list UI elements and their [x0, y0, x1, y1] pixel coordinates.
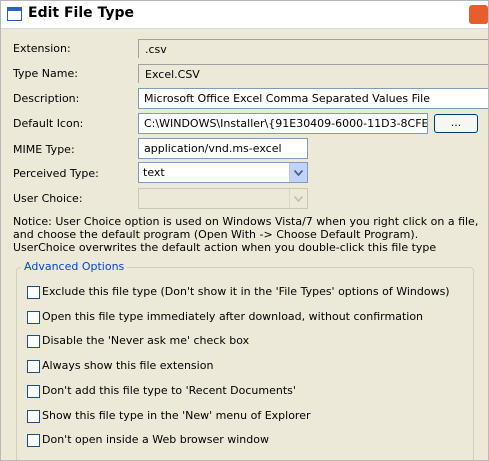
user-choice-select[interactable] [138, 188, 308, 209]
option-label: Exclude this file type (Don't show it in… [42, 285, 450, 298]
extension-label: Extension: [13, 42, 71, 55]
option-label: Disable the 'Never ask me' check box [42, 334, 250, 347]
edit-file-type-dialog: Edit File Type Extension: .csv Type Name… [0, 0, 489, 461]
checkbox[interactable] [27, 410, 40, 423]
perceived-type-select[interactable]: text [138, 162, 308, 183]
checkbox[interactable] [27, 311, 40, 324]
checkbox[interactable] [27, 434, 40, 447]
chevron-down-icon [294, 195, 303, 202]
option-label: Don't open inside a Web browser window [42, 433, 269, 446]
window-icon [7, 7, 22, 21]
advanced-options-title: Advanced Options [21, 260, 128, 273]
perceived-type-value: text [143, 166, 165, 179]
title-bar[interactable]: Edit File Type [1, 1, 488, 29]
description-label: Description: [13, 92, 80, 105]
mime-type-field[interactable]: application/vnd.ms-excel [138, 138, 308, 159]
default-icon-label: Default Icon: [13, 117, 84, 130]
user-choice-dropdown-button[interactable] [289, 189, 307, 208]
option-label: Don't add this file type to 'Recent Docu… [42, 384, 296, 397]
mime-type-label: MIME Type: [13, 143, 75, 156]
user-choice-label: User Choice: [13, 192, 83, 205]
browse-icon-button[interactable]: ... [434, 114, 478, 133]
checkbox[interactable] [27, 335, 40, 348]
close-button[interactable] [469, 5, 488, 24]
type-name-label: Type Name: [13, 67, 78, 80]
perceived-type-dropdown-button[interactable] [289, 163, 307, 182]
checkbox[interactable] [27, 360, 40, 373]
option-label: Always show this file extension [42, 359, 214, 372]
chevron-down-icon [294, 169, 303, 176]
option-label: Show this file type in the 'New' menu of… [42, 409, 311, 422]
default-icon-field[interactable]: C:\WINDOWS\Installer\{91E30409-6000-11D3… [138, 113, 428, 134]
perceived-type-label: Perceived Type: [13, 167, 99, 180]
user-choice-notice: Notice: User Choice option is used on Wi… [13, 215, 479, 254]
checkbox[interactable] [27, 286, 40, 299]
option-label: Open this file type immediately after do… [42, 310, 424, 323]
extension-value: .csv [138, 39, 488, 58]
description-field[interactable]: Microsoft Office Excel Comma Separated V… [138, 88, 488, 109]
type-name-value: Excel.CSV [138, 64, 488, 83]
window-title: Edit File Type [28, 5, 135, 21]
checkbox[interactable] [27, 385, 40, 398]
